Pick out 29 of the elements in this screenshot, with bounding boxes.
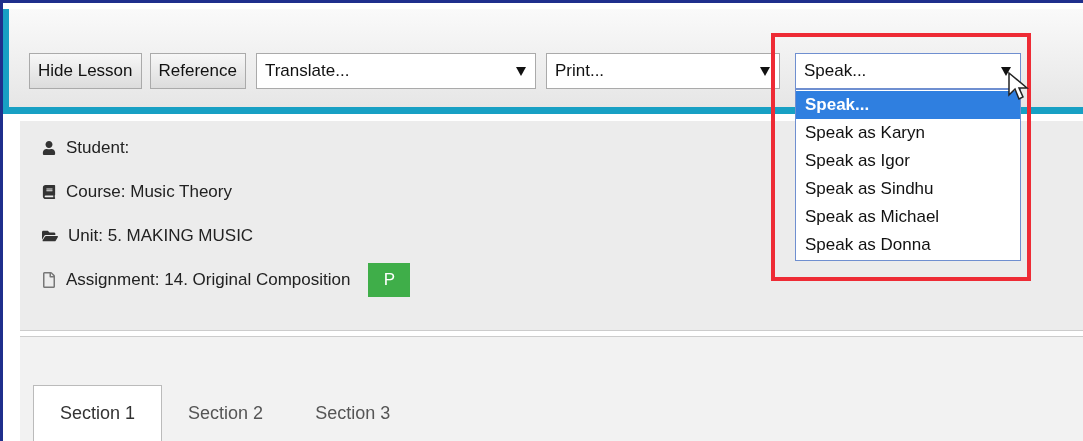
section-tab[interactable]: Section 1 xyxy=(33,385,163,441)
caret-icon xyxy=(999,65,1012,77)
caret-icon xyxy=(514,65,527,77)
info-text: Unit: 5. MAKING MUSIC xyxy=(68,225,254,248)
dropdown-option[interactable]: Speak as Donna xyxy=(795,231,1020,259)
book-icon xyxy=(42,185,56,199)
toolbar-button[interactable]: Hide Lesson xyxy=(29,53,142,89)
dropdown-option[interactable]: Speak as Sindhu xyxy=(795,175,1020,203)
dropdown-select[interactable]: Translate... xyxy=(255,53,536,89)
folder-icon xyxy=(42,228,58,244)
caret-icon xyxy=(758,65,771,77)
dropdown-option[interactable]: Speak... xyxy=(795,91,1020,119)
dropdown-select[interactable]: Print... xyxy=(545,53,780,89)
info-text: Course: Music Theory xyxy=(66,181,232,204)
select-value: Speak... xyxy=(803,60,867,83)
select-value: Translate... xyxy=(264,60,350,83)
dropdown-option[interactable]: Speak as Igor xyxy=(795,147,1020,175)
info-text: Student: xyxy=(66,137,130,160)
section-tab[interactable]: Section 2 xyxy=(162,385,290,441)
user-icon xyxy=(42,141,56,155)
dropdown-option[interactable]: Speak as Karyn xyxy=(795,119,1020,147)
dropdown-select[interactable]: Speak... xyxy=(794,53,1021,89)
info-text: Assignment: 14. Original Composition xyxy=(66,269,351,292)
section-tab[interactable]: Section 3 xyxy=(289,385,417,441)
status-badge: P xyxy=(368,263,411,297)
toolbar-button[interactable]: Reference xyxy=(149,53,246,89)
dropdown-option[interactable]: Speak as Michael xyxy=(795,203,1020,231)
select-value: Print... xyxy=(554,60,605,83)
file-icon xyxy=(42,272,56,288)
